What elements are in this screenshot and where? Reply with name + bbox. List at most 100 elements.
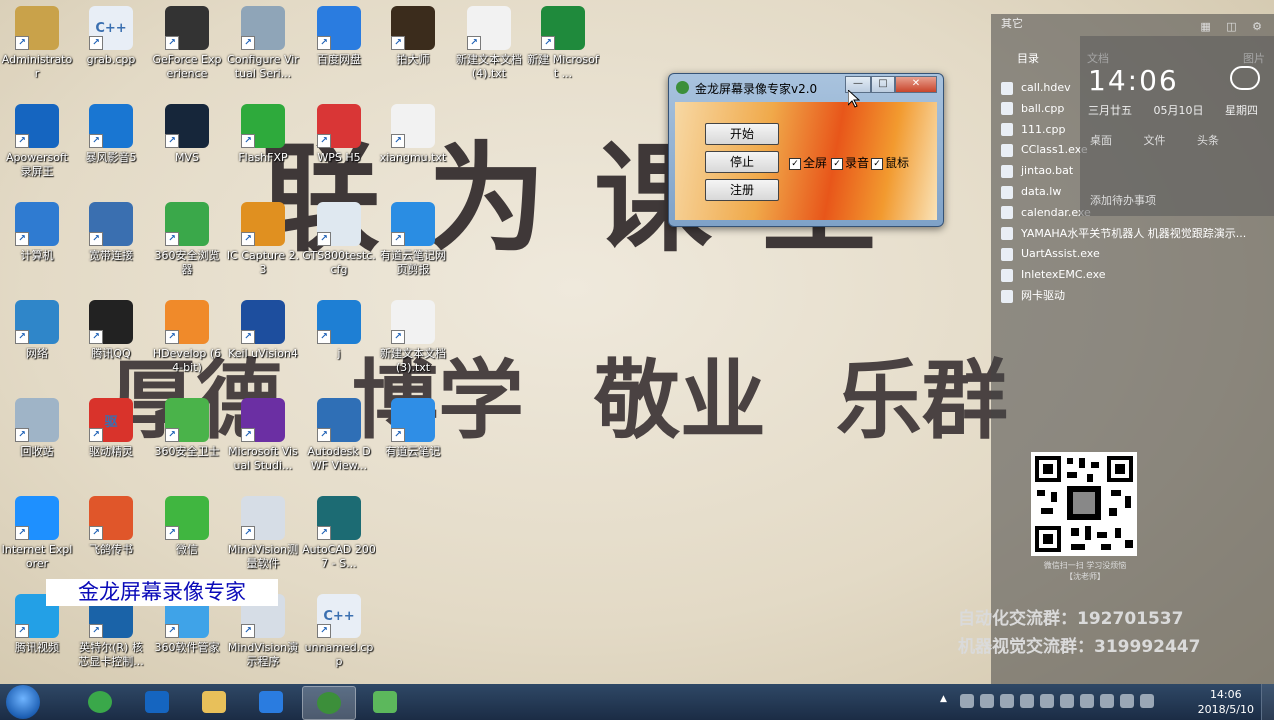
taskbar-clock[interactable]: 14:06 2018/5/10	[1198, 687, 1254, 717]
desktop-icon-label: 微信	[176, 543, 198, 556]
desktop-icon[interactable]: ↗ HDevelop (64-bit)	[150, 300, 224, 375]
network-icon[interactable]	[1120, 694, 1134, 708]
desktop-icon-label: GTS800testc.cfg	[302, 249, 376, 276]
tray-app-icon[interactable]	[1060, 694, 1074, 708]
desktop-icon[interactable]: ↗ Apowersoft 录屏王	[0, 104, 74, 179]
tray-app-icon[interactable]	[1080, 694, 1094, 708]
desktop-icon[interactable]: ↗ 计算机	[0, 202, 74, 263]
desktop-icon[interactable]: ↗ Autodesk DWF View...	[302, 398, 376, 473]
taskbar-item-browser[interactable]	[74, 686, 126, 718]
desktop-icon-label: 360安全浏览器	[154, 249, 220, 276]
desktop-icon[interactable]: ↗ FlashFXP	[226, 104, 300, 165]
panel-file-item[interactable]: YAMAHA水平关节机器人 机器视觉跟踪演示...	[1001, 224, 1266, 244]
desktop-icon[interactable]: ↗ 有道云笔记	[376, 398, 450, 459]
desktop-icon[interactable]: ↗ Microsoft Visual Studi...	[226, 398, 300, 473]
desktop-icon-label: MindVision测量软件	[227, 543, 299, 570]
widget-weekday: 星期四	[1225, 104, 1258, 117]
clock-date: 2018/5/10	[1197, 703, 1254, 716]
desktop-icon[interactable]: ↗ 新建文本文档 (3).txt	[376, 300, 450, 375]
desktop-icon[interactable]: ↗ 有道云笔记网页剪报	[376, 202, 450, 277]
desktop-icon[interactable]: ↗ Configure Virtual Seri...	[226, 6, 300, 81]
tray-app-icon[interactable]	[980, 694, 994, 708]
checkbox-mark-audio: ✓	[831, 157, 843, 170]
start-button-windows-icon[interactable]	[6, 685, 40, 719]
desktop-icon[interactable]: ↗ MindVision测量软件	[226, 496, 300, 571]
desktop-icon[interactable]: ↗ 360安全卫士	[150, 398, 224, 459]
tray-app-icon[interactable]	[1000, 694, 1014, 708]
desktop-icon[interactable]: ↗ 微信	[150, 496, 224, 557]
widget-todo[interactable]: 添加待办事项	[1090, 192, 1156, 208]
taskbar-item-notepad[interactable]	[359, 686, 411, 718]
stop-button[interactable]: 停止	[705, 151, 779, 173]
panel-file-name: UartAssist.exe	[1021, 247, 1100, 261]
desktop-icon[interactable]: ↗ 360安全浏览器	[150, 202, 224, 277]
desktop-icon[interactable]: ↗ j	[302, 300, 376, 361]
start-button[interactable]: 开始	[705, 123, 779, 145]
shortcut-arrow-icon: ↗	[241, 134, 255, 148]
desktop-icon[interactable]: ↗ GTS800testc.cfg	[302, 202, 376, 277]
file-icon	[1001, 102, 1013, 116]
system-tray[interactable]: ▲	[940, 694, 1154, 710]
close-button[interactable]: ✕	[895, 76, 937, 93]
desktop-icon[interactable]: ↗ 宽带连接	[74, 202, 148, 263]
fullscreen-checkbox[interactable]: ✓ 全屏	[789, 154, 827, 171]
shortcut-arrow-icon: ↗	[89, 134, 103, 148]
desktop-icon[interactable]: 驱 ↗ 驱动精灵	[74, 398, 148, 459]
panel-controls[interactable]: ▦ ◫ ⚙	[1200, 17, 1268, 37]
desktop-icon[interactable]: ↗ Keil uVision4	[226, 300, 300, 361]
desktop-icon[interactable]: ↗ 暴风影音5	[74, 104, 148, 165]
panel-header: 其它 ▦ ◫ ⚙	[991, 14, 1274, 34]
desktop-icon[interactable]: C++ ↗ unnamed.cpp	[302, 594, 376, 669]
desktop-icon[interactable]: ↗ Administrator	[0, 6, 74, 81]
desktop-icon[interactable]: ↗ 新建 Microsoft ...	[526, 6, 600, 81]
qr-caption-line2: 【沈老师】	[1065, 572, 1105, 581]
desktop-icon[interactable]: ↗ 百度网盘	[302, 6, 376, 67]
desktop-icon[interactable]: ↗ 飞鸽传书	[74, 496, 148, 557]
desktop-icon-label: 百度网盘	[317, 53, 361, 66]
mouse-checkbox[interactable]: ✓ 鼠标	[871, 154, 909, 171]
taskbar-item-wps[interactable]	[245, 686, 297, 718]
desktop-icon[interactable]: ↗ MVS	[150, 104, 224, 165]
tray-app-icon[interactable]	[1040, 694, 1054, 708]
tab-directory[interactable]: 目录	[1017, 50, 1039, 66]
volume-icon[interactable]	[1140, 694, 1154, 708]
tray-app-icon[interactable]	[960, 694, 974, 708]
desktop-icon[interactable]: ↗ GeForce Experience	[150, 6, 224, 81]
taskbar-item-explorer[interactable]	[188, 686, 240, 718]
app-icon: 驱 ↗	[89, 398, 133, 442]
app-icon: ↗	[89, 202, 133, 246]
tray-arrow-icon[interactable]: ▲	[940, 694, 954, 708]
desktop-icon-label: Configure Virtual Seri...	[227, 53, 299, 80]
taskbar-item-video[interactable]	[131, 686, 183, 718]
desktop-icon[interactable]: ↗ Internet Explorer	[0, 496, 74, 571]
desktop-icon-label: 新建 Microsoft ...	[527, 53, 599, 80]
panel-file-item[interactable]: InletexEMC.exe	[1001, 265, 1266, 285]
desktop-icon[interactable]: ↗ xiangmu.txt	[376, 104, 450, 165]
taskbar-item-recorder[interactable]	[302, 686, 356, 720]
desktop-icon[interactable]: ↗ 腾讯QQ	[74, 300, 148, 361]
audio-checkbox[interactable]: ✓ 录音	[831, 154, 869, 171]
widget-shortcuts[interactable]: 桌面 文件 头条	[1090, 132, 1219, 148]
app-icon: ↗	[165, 496, 209, 540]
desktop-icon[interactable]: ↗ 网络	[0, 300, 74, 361]
panel-file-item[interactable]: 网卡驱动	[1001, 286, 1266, 306]
desktop-icon[interactable]: ↗ 拍大师	[376, 6, 450, 67]
desktop-icon[interactable]: ↗ 新建文本文档 (4).txt	[452, 6, 526, 81]
shortcut-arrow-icon: ↗	[165, 428, 179, 442]
desktop-icon-label: 360安全卫士	[154, 445, 220, 458]
register-button[interactable]: 注册	[705, 179, 779, 201]
maximize-button[interactable]: □	[871, 76, 895, 93]
show-desktop-button[interactable]	[1261, 684, 1274, 720]
tray-app-icon[interactable]	[1020, 694, 1034, 708]
app-icon: C++ ↗	[317, 594, 361, 638]
desktop-icon[interactable]: ↗ AutoCAD 2007 - S...	[302, 496, 376, 571]
desktop-icon[interactable]: ↗ IC Capture 2.3	[226, 202, 300, 277]
desktop-icon[interactable]: C++ ↗ grab.cpp	[74, 6, 148, 67]
desktop-icon[interactable]: ↗ 回收站	[0, 398, 74, 459]
panel-file-item[interactable]: UartAssist.exe	[1001, 244, 1266, 264]
checkbox-mark-fullscreen: ✓	[789, 157, 801, 170]
recorder-app-icon	[676, 81, 689, 94]
mouse-label: 鼠标	[885, 156, 910, 170]
tray-app-icon[interactable]	[1100, 694, 1114, 708]
desktop-icon[interactable]: ↗ WPS H5	[302, 104, 376, 165]
